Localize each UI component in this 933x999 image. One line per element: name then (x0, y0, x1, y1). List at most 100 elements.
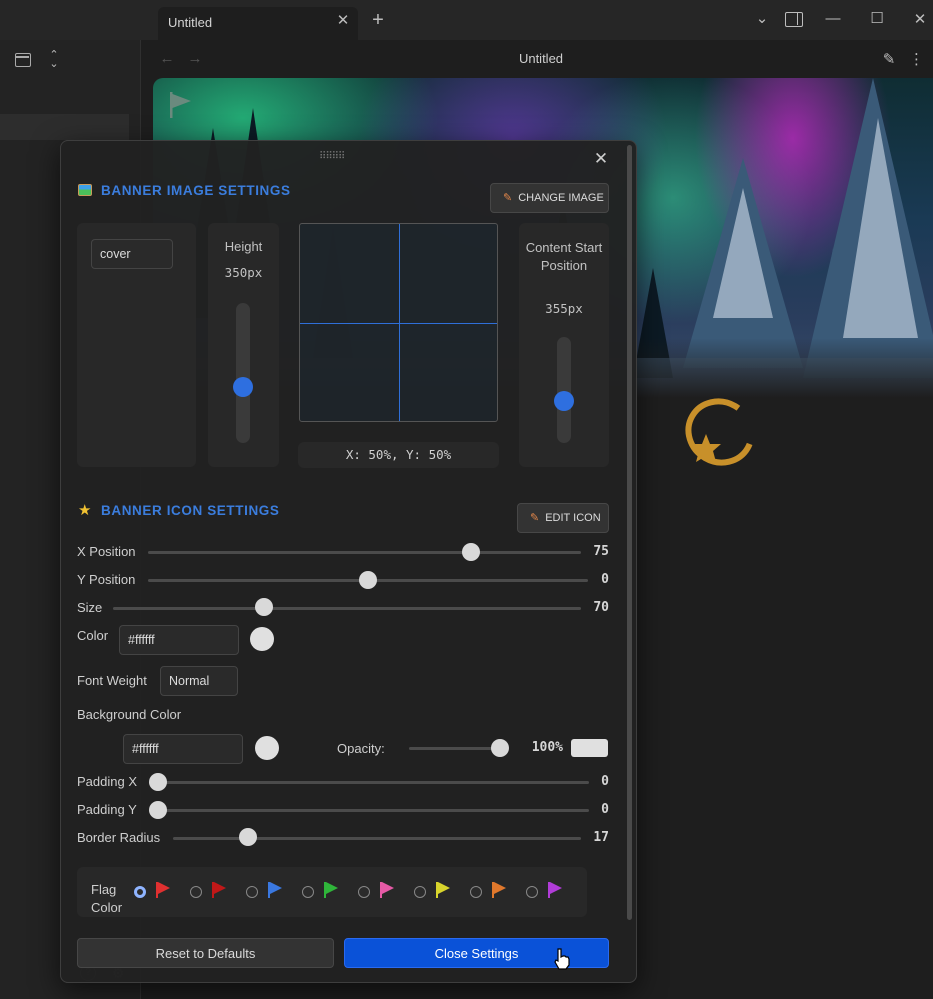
border-radius-slider-thumb[interactable] (239, 828, 257, 846)
height-value: 350px (224, 265, 263, 280)
border-radius-label: Border Radius (77, 830, 161, 845)
height-slider-track[interactable] (236, 303, 250, 443)
flag-color-radio[interactable] (358, 886, 370, 898)
x-position-slider-thumb[interactable] (462, 543, 480, 561)
new-tab-icon[interactable]: + (368, 9, 388, 32)
banner-image-settings-title: BANNER IMAGE SETTINGS (101, 183, 291, 198)
padding-x-slider-track[interactable] (149, 781, 589, 784)
position-readout: X: 50%, Y: 50% (298, 442, 499, 468)
change-image-button[interactable]: ✎ CHANGE IMAGE (490, 183, 609, 213)
pencil-icon: ✎ (530, 512, 540, 524)
size-label: Size (77, 600, 103, 615)
flag-color-radio[interactable] (190, 886, 202, 898)
flag-color-radio[interactable] (470, 886, 482, 898)
flag-icon (379, 882, 395, 898)
height-slider-thumb[interactable] (233, 377, 253, 397)
flag-cloth (214, 882, 226, 894)
maximize-icon[interactable]: ☐ (868, 9, 886, 27)
tab-close-icon[interactable]: ✕ (334, 12, 352, 30)
flag-color-radio[interactable] (302, 886, 314, 898)
tab-title: Untitled (168, 15, 213, 30)
more-options-icon[interactable]: ⋮ (909, 50, 924, 68)
banner-settings-modal: ⠿⠿⠿⠿ ✕ BANNER IMAGE SETTINGS ✎ CHANGE IMA… (60, 140, 637, 983)
padding-y-label: Padding Y (77, 802, 137, 817)
flag-cloth (270, 882, 282, 894)
flag-color-radio[interactable] (134, 886, 146, 898)
edit-pencil-icon[interactable]: ✎ (881, 50, 897, 68)
opacity-value: 100% (531, 740, 563, 755)
flag-icon (155, 882, 171, 898)
edit-icon-label: EDIT ICON (545, 512, 601, 524)
opacity-slider-thumb[interactable] (491, 739, 509, 757)
y-position-slider-thumb[interactable] (359, 571, 377, 589)
background-color-swatch[interactable] (255, 736, 279, 760)
y-position-value: 0 (601, 572, 609, 587)
height-label: Height (224, 239, 263, 254)
opacity-slider-track[interactable] (409, 747, 504, 750)
size-slider-thumb[interactable] (255, 598, 273, 616)
background-size-select[interactable]: cover (91, 239, 173, 269)
font-weight-label: Font Weight (77, 673, 147, 688)
sidebar-selected-item[interactable] (0, 114, 129, 140)
hand-cursor-icon (554, 948, 570, 970)
border-radius-slider-track[interactable] (173, 837, 581, 840)
size-slider-track[interactable] (113, 607, 581, 610)
icon-color-input[interactable]: #ffffff (119, 625, 239, 655)
tab-untitled[interactable]: Untitled ✕ (158, 7, 358, 40)
flag-color-label: Flag Color (91, 882, 123, 915)
modal-scrollbar[interactable] (627, 145, 632, 920)
note-title: Untitled (518, 51, 564, 66)
background-color-label: Background Color (77, 707, 182, 722)
content-start-value: 355px (545, 301, 583, 316)
background-color-input[interactable]: #ffffff (123, 734, 243, 764)
pencil-icon: ✎ (503, 192, 513, 204)
size-value: 70 (593, 600, 609, 615)
sort-updown-icon[interactable]: ⌃ ⌄ (47, 50, 61, 70)
y-position-label: Y Position (77, 572, 136, 587)
flag-color-radio[interactable] (246, 886, 258, 898)
layout-icon[interactable] (15, 53, 31, 67)
x-position-slider-track[interactable] (148, 551, 581, 554)
reset-defaults-button[interactable]: Reset to Defaults (77, 938, 334, 968)
content-start-slider-thumb[interactable] (554, 390, 574, 411)
flag-color-panel: Flag Color (77, 867, 587, 917)
border-radius-value: 17 (593, 830, 609, 845)
modal-close-icon[interactable]: ✕ (591, 149, 611, 169)
window-close-icon[interactable]: ✕ (911, 10, 929, 28)
change-image-label: CHANGE IMAGE (518, 192, 604, 204)
padding-x-label: Padding X (77, 774, 137, 789)
banner-flag-icon (170, 92, 191, 118)
position-crosshair-horizontal (300, 323, 497, 324)
padding-y-value: 0 (601, 802, 609, 817)
flag-cloth (494, 882, 506, 894)
opacity-label: Opacity: (337, 741, 385, 756)
x-position-label: X Position (77, 544, 136, 559)
padding-x-slider-thumb[interactable] (149, 773, 167, 791)
content-start-panel: Content Start Position 355px (519, 223, 609, 467)
flag-icon (323, 882, 339, 898)
flag-color-radio[interactable] (526, 886, 538, 898)
sidebar-toggle-icon[interactable] (785, 12, 803, 27)
tab-list-chevron-icon[interactable]: ⌄ (752, 9, 772, 27)
flag-icon (435, 882, 451, 898)
padding-y-slider-thumb[interactable] (149, 801, 167, 819)
layout-icon-line (16, 56, 29, 58)
flag-cloth (438, 882, 450, 894)
opacity-preview-swatch (571, 739, 608, 757)
flag-color-radio[interactable] (414, 886, 426, 898)
flag-cloth (158, 882, 170, 894)
padding-y-slider-track[interactable] (149, 809, 589, 812)
icon-color-swatch[interactable] (250, 627, 274, 651)
padding-x-value: 0 (601, 774, 609, 789)
flag-icon (211, 882, 227, 898)
image-position-picker[interactable] (299, 223, 498, 422)
edit-icon-button[interactable]: ✎ EDIT ICON (517, 503, 609, 533)
note-header: ← → Untitled ✎ ⋮ (141, 40, 933, 78)
title-bar: Untitled ✕ + ⌄ — ☐ ✕ (0, 0, 933, 40)
shooting-star-icon (685, 398, 755, 466)
drag-handle-icon[interactable]: ⠿⠿⠿⠿ (319, 151, 369, 165)
minimize-icon[interactable]: — (824, 10, 842, 27)
font-weight-select[interactable]: Normal (160, 666, 238, 696)
x-position-value: 75 (593, 544, 609, 559)
star-icon: ★ (78, 502, 92, 519)
